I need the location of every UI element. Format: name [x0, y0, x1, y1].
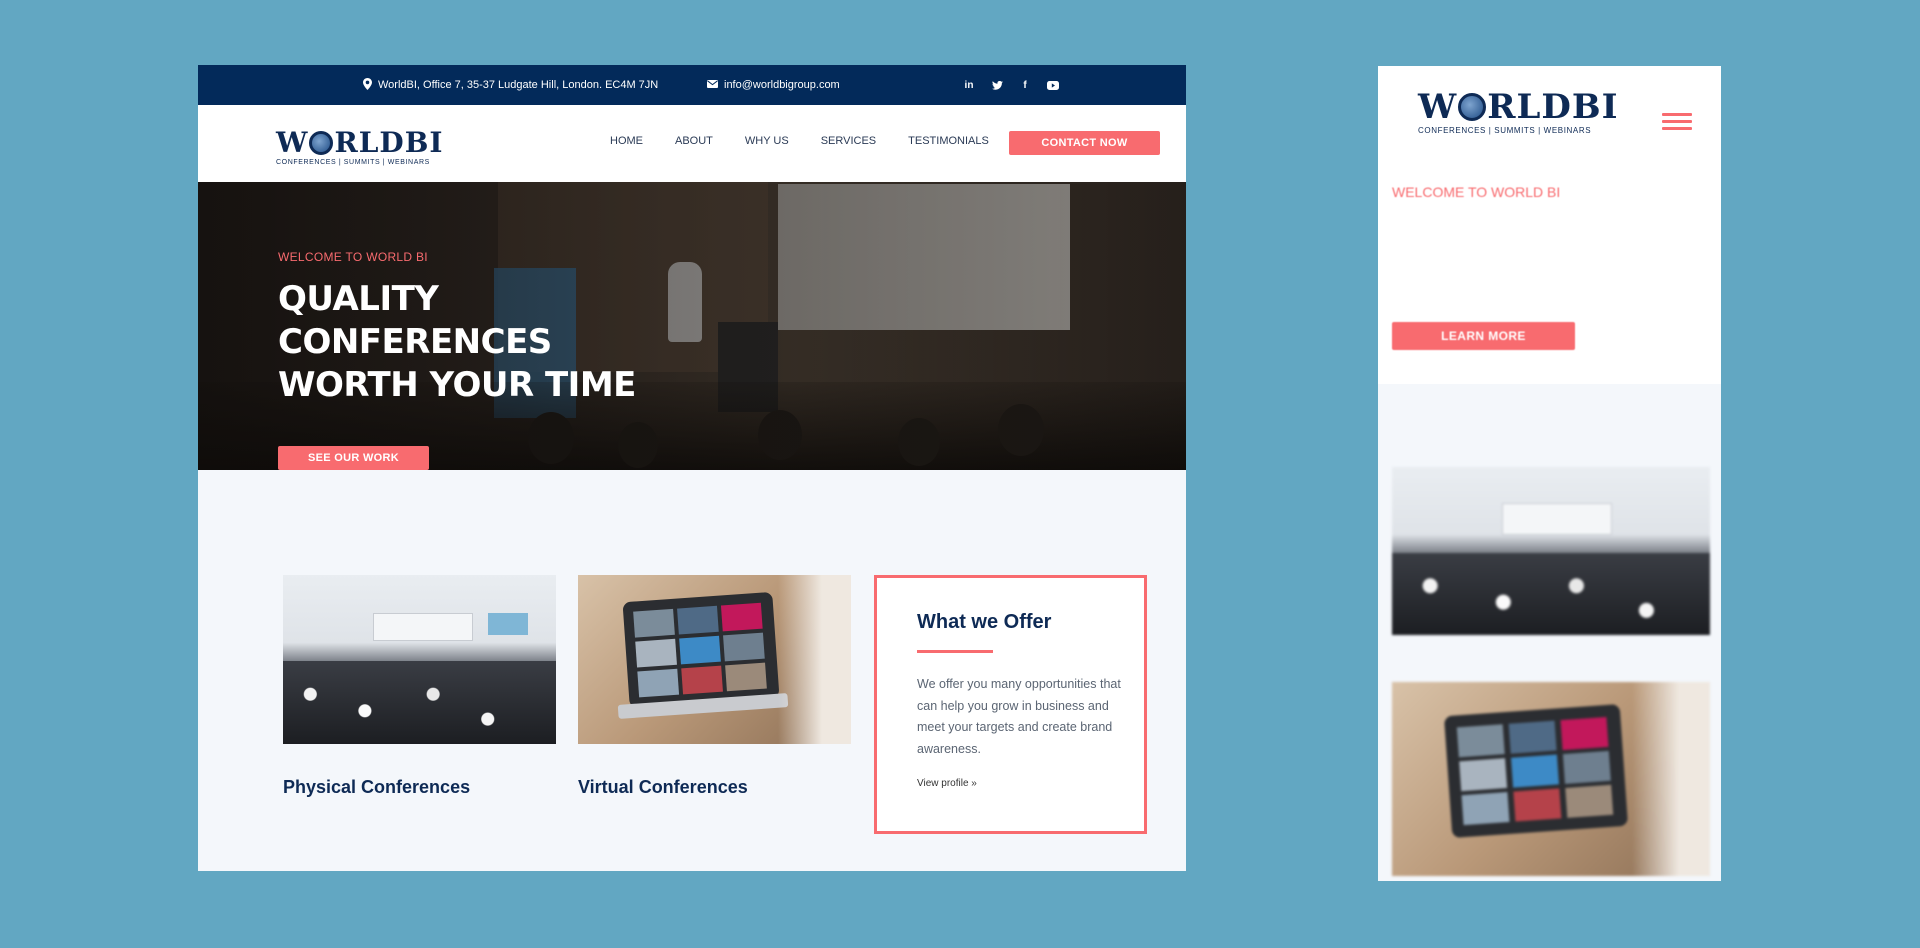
virtual-conference-image[interactable]: [578, 575, 851, 744]
photo-audience: [1392, 553, 1710, 635]
twitter-icon[interactable]: [990, 78, 1004, 92]
photo-screen: [1502, 503, 1612, 535]
logo-letters-rldbi: RLDBI: [334, 126, 444, 159]
physical-conferences-title[interactable]: Physical Conferences: [283, 777, 470, 798]
youtube-icon[interactable]: [1046, 78, 1060, 92]
globe-icon: [1458, 93, 1487, 121]
main-navbar: W RLDBI CONFERENCES | SUMMITS | WEBINARS…: [198, 105, 1186, 182]
hero-title-line: WORTH YOUR TIME: [278, 365, 636, 405]
hero-title-line: CONFERENCES: [278, 322, 552, 362]
what-we-offer-card: What we Offer We offer you many opportun…: [874, 575, 1147, 834]
hero-section: WELCOME TO WORLD BI QUALITY CONFERENCES …: [198, 182, 1186, 470]
mobile-worldbi-logo[interactable]: W RLDBI CONFERENCES | SUMMITS | WEBINARS: [1418, 90, 1618, 135]
logo-letter-w: W: [1418, 87, 1458, 127]
mobile-preview: W RLDBI CONFERENCES | SUMMITS | WEBINARS…: [1378, 66, 1721, 881]
top-info-bar: WorldBI, Office 7, 35-37 Ludgate Hill, L…: [198, 65, 1186, 105]
social-links: in f: [962, 65, 1060, 105]
worldbi-logo[interactable]: W RLDBI CONFERENCES | SUMMITS | WEBINARS: [276, 129, 443, 167]
offer-title: What we Offer: [917, 611, 1052, 633]
map-pin-icon: [363, 77, 372, 93]
email-item[interactable]: info@worldbigroup.com: [707, 65, 840, 105]
hero-eyebrow: WELCOME TO WORLD BI: [278, 250, 428, 264]
photo-person: [778, 575, 851, 744]
logo-tagline: CONFERENCES | SUMMITS | WEBINARS: [1418, 126, 1592, 135]
photo-screen: [373, 613, 473, 641]
nav-menu: HOME ABOUT WHY US SERVICES TESTIMONIALS: [610, 135, 1021, 147]
mobile-physical-conference-image[interactable]: [1392, 467, 1710, 635]
hero-title-line: QUALITY: [278, 279, 439, 319]
photo-person: [1632, 682, 1710, 876]
offer-divider: [917, 650, 993, 653]
photo-laptop: [1443, 704, 1629, 838]
nav-item-about[interactable]: ABOUT: [675, 135, 713, 147]
email-text[interactable]: info@worldbigroup.com: [724, 79, 840, 91]
logo-letters-rldbi: RLDBI: [1487, 87, 1619, 127]
mobile-hero-eyebrow: WELCOME TO WORLD BI: [1392, 184, 1561, 200]
nav-item-services[interactable]: SERVICES: [821, 135, 876, 147]
learn-more-button[interactable]: LEARN MORE: [1392, 322, 1575, 350]
hero-title: QUALITY CONFERENCES WORTH YOUR TIME: [278, 278, 698, 407]
offer-description: We offer you many opportunities that can…: [917, 677, 1121, 756]
desktop-preview: WorldBI, Office 7, 35-37 Ludgate Hill, L…: [198, 65, 1186, 871]
envelope-icon: [707, 79, 718, 91]
logo-wordmark: W RLDBI: [1418, 90, 1618, 124]
photo-side-screen: [488, 613, 528, 635]
physical-conference-image[interactable]: [283, 575, 556, 744]
globe-icon: [309, 131, 334, 155]
mobile-virtual-conference-image[interactable]: [1392, 682, 1710, 876]
mobile-header: W RLDBI CONFERENCES | SUMMITS | WEBINARS: [1378, 66, 1721, 154]
address-item: WorldBI, Office 7, 35-37 Ludgate Hill, L…: [363, 65, 658, 105]
logo-tagline: CONFERENCES | SUMMITS | WEBINARS: [276, 159, 430, 166]
logo-wordmark: W RLDBI: [276, 129, 443, 157]
contact-now-button[interactable]: CONTACT NOW: [1009, 131, 1160, 155]
hamburger-menu-icon[interactable]: [1662, 113, 1692, 131]
nav-item-why-us[interactable]: WHY US: [745, 135, 789, 147]
virtual-conferences-title[interactable]: Virtual Conferences: [578, 777, 748, 798]
nav-item-testimonials[interactable]: TESTIMONIALS: [908, 135, 989, 147]
nav-item-home[interactable]: HOME: [610, 135, 643, 147]
view-profile-link[interactable]: View profile »: [917, 778, 977, 789]
logo-letter-w: W: [276, 126, 309, 159]
photo-audience: [283, 661, 556, 744]
see-our-work-button[interactable]: SEE OUR WORK: [278, 446, 429, 470]
facebook-icon[interactable]: f: [1018, 78, 1032, 92]
linkedin-icon[interactable]: in: [962, 78, 976, 92]
address-text: WorldBI, Office 7, 35-37 Ludgate Hill, L…: [378, 79, 659, 91]
photo-laptop: [622, 591, 780, 709]
mobile-hero: WELCOME TO WORLD BI LEARN MORE: [1378, 154, 1721, 384]
